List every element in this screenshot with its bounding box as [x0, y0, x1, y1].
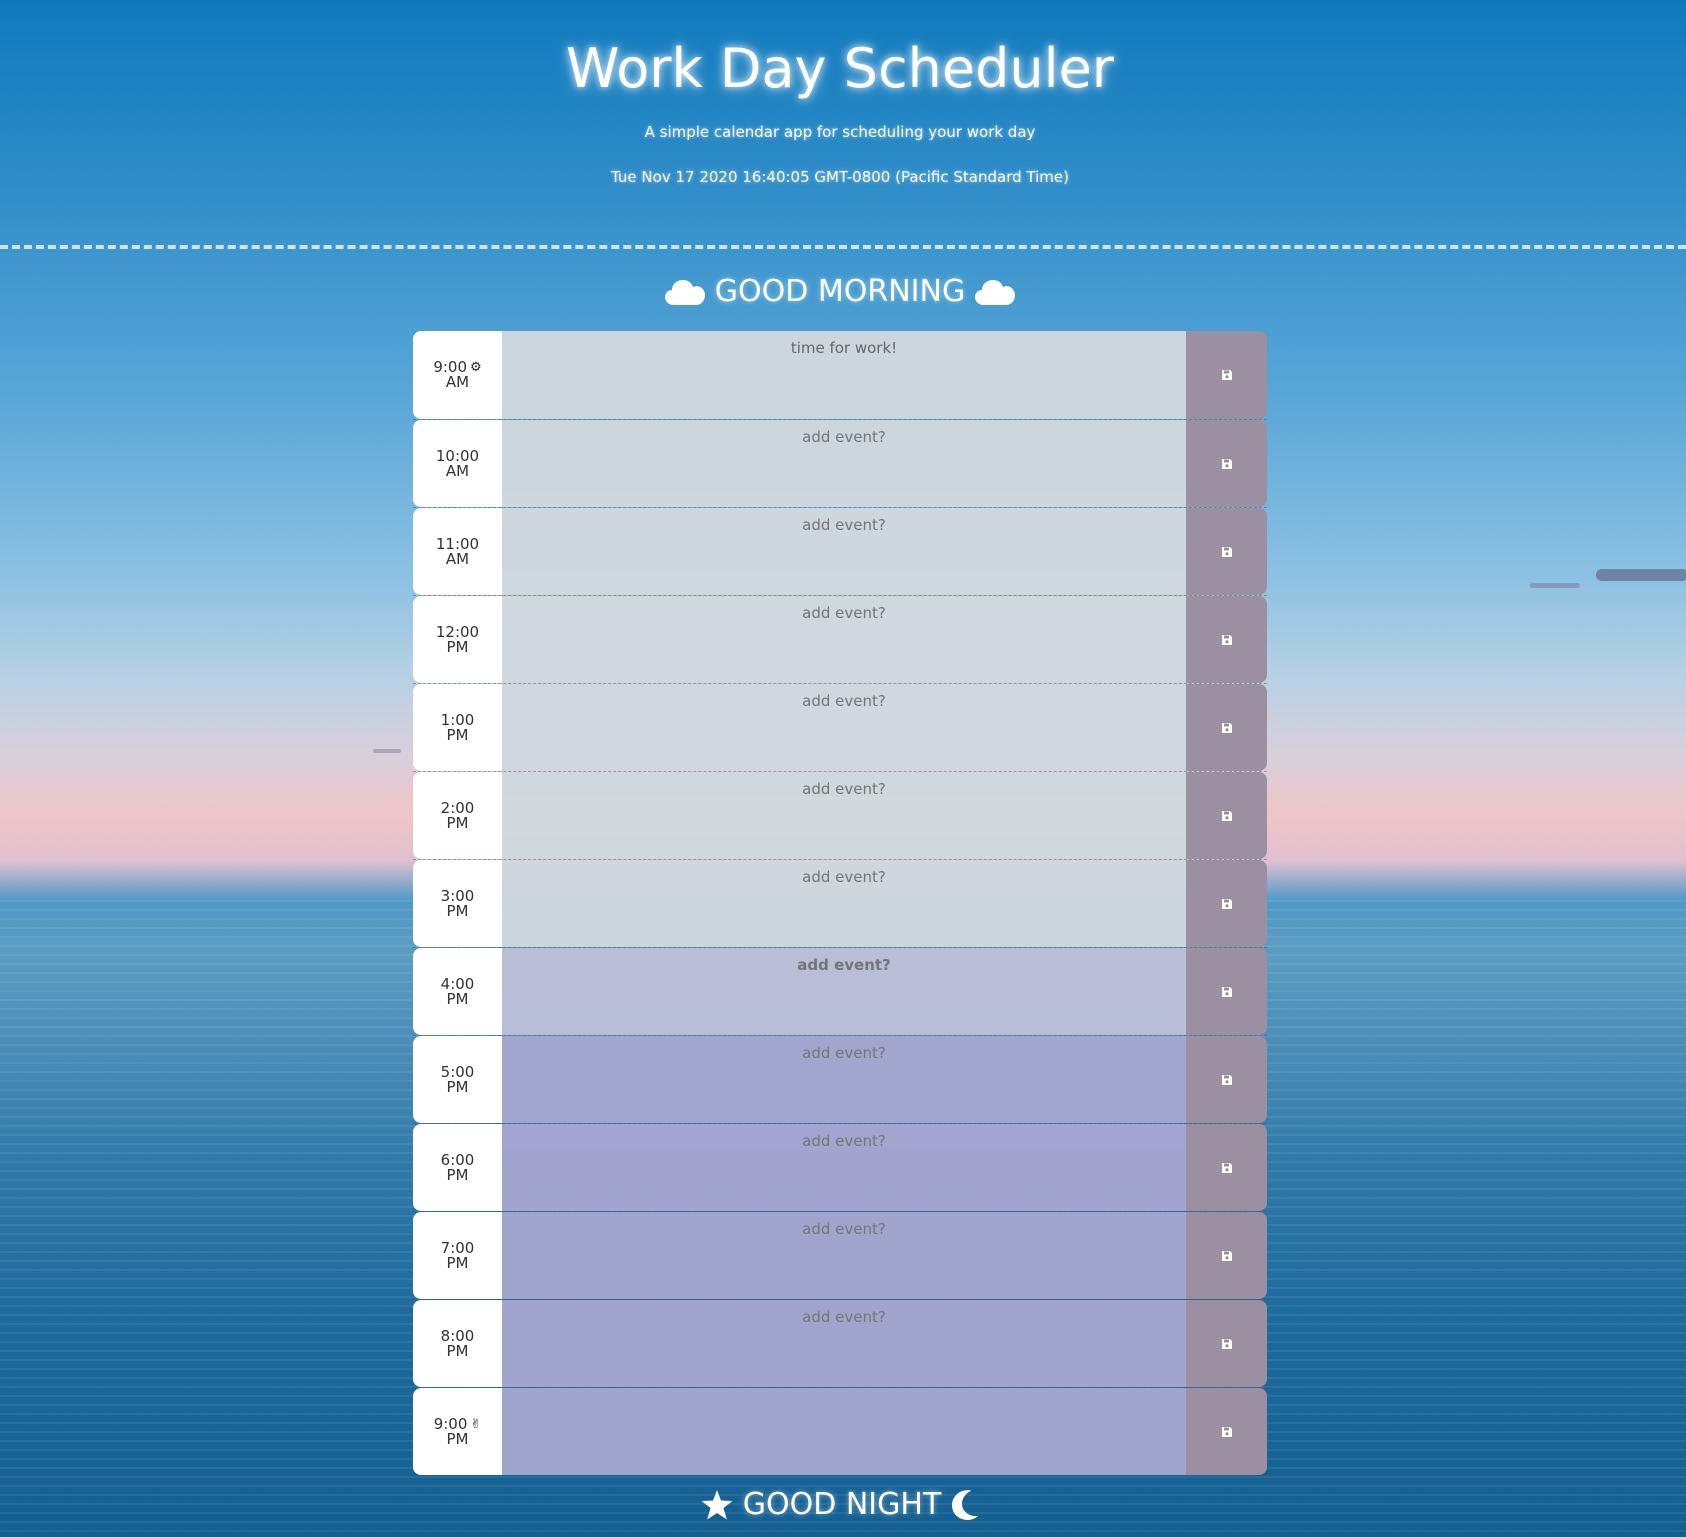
- save-button[interactable]: [1186, 684, 1267, 771]
- save-button[interactable]: [1186, 420, 1267, 507]
- time-block-row: 9:00 ✌ PM: [413, 1387, 1267, 1475]
- hour-meridiem: AM: [445, 549, 470, 568]
- save-icon: [1221, 634, 1233, 646]
- star-icon: [701, 1489, 733, 1521]
- hour-label: 8:00 PM: [413, 1300, 502, 1387]
- hour-meridiem: AM: [445, 373, 470, 391]
- time-block-row: 7:00 PM: [413, 1211, 1267, 1299]
- hour-label: 5:00 PM: [413, 1036, 502, 1123]
- save-icon: [1221, 1426, 1233, 1438]
- event-description-input[interactable]: [502, 1036, 1186, 1123]
- greeting-morning: GOOD MORNING: [0, 272, 1680, 312]
- save-button[interactable]: [1186, 1300, 1267, 1387]
- time-block-row: 2:00 PM: [413, 771, 1267, 859]
- header-divider: [0, 245, 1686, 249]
- event-description-input[interactable]: time for work!: [502, 331, 1186, 419]
- save-icon: [1221, 546, 1233, 558]
- save-icon: [1221, 369, 1233, 381]
- time-block-row: 10:00 AM: [413, 419, 1267, 507]
- save-button[interactable]: [1186, 772, 1267, 859]
- hour-label: 1:00 PM: [413, 684, 502, 771]
- save-icon: [1221, 810, 1233, 822]
- hour-meridiem: PM: [446, 1429, 469, 1448]
- save-button[interactable]: [1186, 1388, 1267, 1475]
- time-block-row: 8:00 PM: [413, 1299, 1267, 1387]
- hour-meridiem: PM: [446, 813, 469, 832]
- event-description-input[interactable]: [502, 1212, 1186, 1299]
- hour-meridiem: AM: [445, 461, 470, 480]
- save-button[interactable]: [1186, 1212, 1267, 1299]
- event-description-input[interactable]: [502, 1124, 1186, 1211]
- time-block-row: 12:00 PM: [413, 595, 1267, 683]
- hour-meridiem: PM: [446, 989, 469, 1008]
- save-icon: [1221, 986, 1233, 998]
- save-button[interactable]: [1186, 596, 1267, 683]
- event-description-input[interactable]: [502, 420, 1186, 507]
- hour-label: 11:00 AM: [413, 508, 502, 595]
- time-block-row: 9:00 ⚙ AM time for work!: [413, 331, 1267, 419]
- hour-label: 6:00 PM: [413, 1124, 502, 1211]
- hour-label: 3:00 PM: [413, 860, 502, 947]
- save-button[interactable]: [1186, 948, 1267, 1035]
- hour-label: 4:00 PM: [413, 948, 502, 1035]
- background-cloud: [1530, 583, 1580, 588]
- background-cloud: [373, 749, 401, 753]
- event-description-input[interactable]: [502, 772, 1186, 859]
- event-description-input[interactable]: [502, 860, 1186, 947]
- save-icon: [1221, 458, 1233, 470]
- hour-meridiem: PM: [446, 1341, 469, 1360]
- event-description-input[interactable]: [502, 1388, 1186, 1475]
- time-block-row: 3:00 PM: [413, 859, 1267, 947]
- hour-label: 12:00 PM: [413, 596, 502, 683]
- save-button[interactable]: [1186, 860, 1267, 947]
- hour-label: 9:00 ⚙ AM: [413, 331, 502, 419]
- event-description-input[interactable]: [502, 1300, 1186, 1387]
- greeting-night: GOOD NIGHT: [0, 1485, 1680, 1525]
- event-description-input[interactable]: [502, 596, 1186, 683]
- cloud-icon: [975, 278, 1016, 306]
- scheduler: 9:00⚙AMtime for work!10:00AM11:00AM12:00…: [413, 331, 1267, 1475]
- save-icon: [1221, 1250, 1233, 1262]
- page-title: Work Day Scheduler: [565, 37, 1115, 100]
- hour-label: 2:00 PM: [413, 772, 502, 859]
- save-button[interactable]: [1186, 508, 1267, 595]
- hour-meridiem: PM: [446, 725, 469, 744]
- hour-label: 7:00 PM: [413, 1212, 502, 1299]
- time-block-row: 11:00 AM: [413, 507, 1267, 595]
- hour-label: 9:00 ✌ PM: [413, 1388, 502, 1475]
- hour-meridiem: PM: [446, 1253, 469, 1272]
- time-block-row: 4:00 PM: [413, 947, 1267, 1035]
- hour-meridiem: PM: [446, 901, 469, 920]
- hour-meridiem: PM: [446, 637, 469, 656]
- current-datetime: Tue Nov 17 2020 16:40:05 GMT-0800 (Pacif…: [611, 168, 1069, 186]
- hour-label: 10:00 AM: [413, 420, 502, 507]
- save-icon: [1221, 1162, 1233, 1174]
- background-cloud: [1596, 569, 1686, 581]
- save-icon: [1221, 722, 1233, 734]
- save-icon: [1221, 1074, 1233, 1086]
- hour-meridiem: PM: [446, 1165, 469, 1184]
- hour-meridiem: PM: [446, 1077, 469, 1096]
- time-block-row: 5:00 PM: [413, 1035, 1267, 1123]
- greeting-label: GOOD MORNING: [714, 274, 966, 309]
- event-description-input[interactable]: [502, 948, 1186, 1035]
- page-subtitle: A simple calendar app for scheduling you…: [644, 123, 1036, 141]
- gear-icon: ⚙: [470, 360, 482, 375]
- cloud-icon: [664, 278, 705, 306]
- save-icon: [1221, 1338, 1233, 1350]
- moon-icon: [951, 1489, 979, 1521]
- time-block-row: 6:00 PM: [413, 1123, 1267, 1211]
- save-button[interactable]: [1186, 1036, 1267, 1123]
- time-block-row: 1:00 PM: [413, 683, 1267, 771]
- peace-hand-icon: ✌: [470, 1416, 482, 1432]
- greeting-label: GOOD NIGHT: [742, 1487, 942, 1522]
- event-description-input[interactable]: [502, 508, 1186, 595]
- save-icon: [1221, 898, 1233, 910]
- event-description-input[interactable]: [502, 684, 1186, 771]
- save-button[interactable]: [1186, 331, 1267, 419]
- save-button[interactable]: [1186, 1124, 1267, 1211]
